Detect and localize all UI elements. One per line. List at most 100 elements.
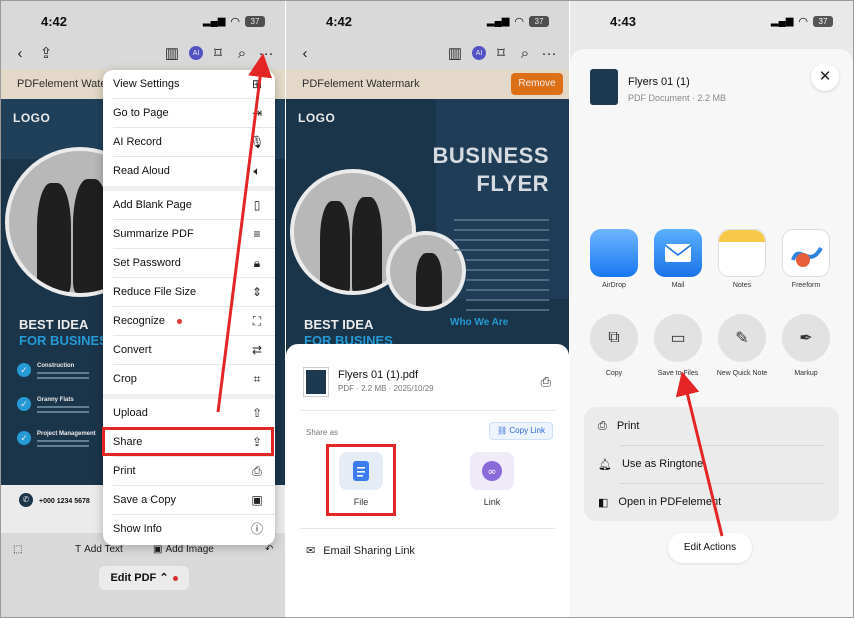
scan-text-icon: ⛶ bbox=[252, 314, 262, 328]
menu-item-add-blank-page[interactable]: Add Blank Page ▯ bbox=[103, 191, 275, 220]
search-icon[interactable]: ⌕ bbox=[516, 44, 534, 62]
status-bar: 4:42 ▂▄▆ ◠ 37 bbox=[1, 1, 285, 41]
paragraph-line bbox=[466, 279, 549, 281]
share-highlight-box bbox=[102, 427, 274, 456]
copy-icon[interactable]: ⧉ bbox=[590, 314, 638, 362]
menu-item-view-settings[interactable]: View Settings ⊞ bbox=[103, 70, 275, 99]
folder-icon[interactable]: ▭ bbox=[654, 314, 702, 362]
menu-item-label: Read Aloud bbox=[113, 165, 170, 177]
bullet-construction: ✓ Construction bbox=[17, 363, 89, 379]
phone-number: +000 1234 5678 bbox=[39, 498, 90, 505]
paragraph-line bbox=[454, 239, 549, 241]
bookmark-icon[interactable]: ⌑ bbox=[209, 44, 227, 62]
back-icon[interactable]: ‹ bbox=[11, 44, 29, 62]
ai-assistant-icon[interactable]: AI bbox=[470, 44, 488, 62]
edit-pdf-button[interactable]: Edit PDF ⌃ bbox=[99, 566, 189, 590]
paragraph-line bbox=[466, 309, 549, 311]
bullet-granny-flats: ✓ Granny Flats bbox=[17, 397, 89, 413]
quick-note-icon[interactable]: ✎ bbox=[718, 314, 766, 362]
ai-badge: AI bbox=[189, 46, 203, 60]
bookmark-list-icon[interactable]: ▥ bbox=[163, 44, 181, 62]
menu-item-convert[interactable]: Convert ⇄ bbox=[103, 336, 275, 365]
copy-link-button[interactable]: ⛓ Copy Link bbox=[489, 422, 553, 440]
select-icon[interactable]: ⬚ bbox=[13, 544, 22, 555]
share-link-option[interactable]: ∞ bbox=[470, 452, 514, 490]
link-icon: ∞ bbox=[482, 461, 502, 481]
headline-line1: BEST IDEA bbox=[19, 317, 89, 332]
share-as-label: Share as bbox=[306, 428, 339, 437]
menu-item-go-to-page[interactable]: Go to Page ⇥ bbox=[103, 99, 275, 128]
printer-icon[interactable]: ⎙ bbox=[541, 374, 551, 390]
wifi-icon: ◠ bbox=[230, 16, 240, 28]
person-figure bbox=[320, 201, 350, 291]
signal-icon: ▂▄▆ bbox=[770, 16, 794, 27]
add-image-button[interactable]: ▣ Add Image bbox=[153, 544, 214, 555]
file-name: Flyers 01 (1) bbox=[628, 76, 690, 88]
mail-label: Mail bbox=[671, 282, 685, 289]
text-tool-icon: T bbox=[75, 544, 82, 555]
open-in-pdfelement-row[interactable]: ◧ Open in PDFelement bbox=[598, 483, 825, 521]
back-icon[interactable]: ‹ bbox=[296, 44, 314, 62]
bullet-title: Project Management bbox=[37, 431, 96, 437]
undo-icon[interactable]: ↶ bbox=[265, 544, 273, 555]
menu-item-print[interactable]: Print ⎙ bbox=[103, 457, 275, 486]
menu-item-label: Go to Page bbox=[113, 107, 169, 119]
pdfelement-icon: ◧ bbox=[598, 496, 609, 509]
image-icon: ▣ bbox=[153, 544, 163, 555]
status-bar: 4:42 ▂▄▆ ◠ 37 bbox=[286, 1, 569, 41]
markup-icon[interactable]: ✒ bbox=[782, 314, 830, 362]
blank-page-icon: ▯ bbox=[253, 198, 261, 212]
menu-item-crop[interactable]: Crop ⌗ bbox=[103, 365, 275, 394]
share-upload-icon[interactable]: ⇪ bbox=[37, 44, 55, 62]
printer-icon: ⎙ bbox=[598, 419, 607, 432]
speaker-icon: 🔈︎ bbox=[253, 164, 261, 178]
freeform-label: Freeform bbox=[791, 282, 821, 289]
menu-item-ai-record[interactable]: AI Record 🎙︎ bbox=[103, 128, 275, 157]
file-name: Flyers 01 (1).pdf bbox=[338, 369, 419, 381]
more-icon[interactable]: ··· bbox=[257, 44, 275, 62]
print-label: Print bbox=[616, 420, 640, 432]
notes-label: Notes bbox=[732, 282, 752, 289]
menu-item-label: Print bbox=[113, 465, 136, 477]
menu-item-label: Summarize PDF bbox=[113, 228, 194, 240]
more-icon[interactable]: ··· bbox=[540, 44, 558, 62]
menu-item-summarize-pdf[interactable]: Summarize PDF ≡ bbox=[103, 220, 275, 249]
menu-item-save-a-copy[interactable]: Save a Copy ▣ bbox=[103, 486, 275, 515]
close-icon[interactable]: ✕ bbox=[811, 63, 839, 91]
flyer-title-line2: FLYER bbox=[476, 171, 549, 196]
bookmark-list-icon[interactable]: ▥ bbox=[446, 44, 464, 62]
edit-actions-button[interactable]: Edit Actions bbox=[668, 533, 752, 563]
freeform-icon[interactable] bbox=[782, 229, 830, 277]
print-row[interactable]: ⎙ Print bbox=[598, 407, 825, 445]
notification-dot bbox=[177, 319, 182, 324]
bullet-project-management: ✓ Project Management bbox=[17, 431, 96, 447]
share-sheet: Flyers 01 (1).pdf PDF · 2.2 MB · 2025/10… bbox=[286, 344, 569, 617]
email-sharing-link-row[interactable]: ✉ Email Sharing Link bbox=[306, 544, 415, 558]
menu-item-reduce-file-size[interactable]: Reduce File Size ⇕ bbox=[103, 278, 275, 307]
menu-item-recognize[interactable]: Recognize ⛶ bbox=[103, 307, 275, 336]
airdrop-label: AirDrop bbox=[602, 282, 626, 289]
mail-icon[interactable] bbox=[654, 229, 702, 277]
notes-icon[interactable] bbox=[718, 229, 766, 277]
ai-assistant-icon[interactable]: AI bbox=[187, 44, 205, 62]
status-time: 4:42 bbox=[41, 14, 68, 29]
paragraph-line bbox=[466, 269, 549, 271]
menu-item-read-aloud[interactable]: Read Aloud 🔈︎ bbox=[103, 157, 275, 186]
menu-item-upload[interactable]: Upload ⇧ bbox=[103, 399, 275, 428]
watermark-bar: PDFelement Watermark Remove bbox=[286, 69, 569, 99]
remove-watermark-button[interactable]: Remove bbox=[511, 73, 563, 95]
menu-item-show-info[interactable]: Show Info ⓘ bbox=[103, 515, 275, 544]
paragraph-line bbox=[454, 229, 549, 231]
panel-ios-share: 4:43 ▂▄▆ ◠ 37 Flyers 01 (1) PDF Document… bbox=[570, 1, 853, 617]
bookmark-icon[interactable]: ⌑ bbox=[492, 44, 510, 62]
menu-item-label: Recognize bbox=[113, 315, 165, 327]
airdrop-icon[interactable] bbox=[590, 229, 638, 277]
add-text-label: Add Text bbox=[84, 544, 123, 555]
divider bbox=[300, 528, 555, 529]
add-text-button[interactable]: T Add Text bbox=[75, 544, 123, 555]
email-sharing-link-label: Email Sharing Link bbox=[323, 544, 415, 557]
search-icon[interactable]: ⌕ bbox=[233, 44, 251, 62]
microphone-icon: 🎙︎ bbox=[249, 135, 265, 149]
menu-item-set-password[interactable]: Set Password 🔒︎ bbox=[103, 249, 275, 278]
ringtone-row[interactable]: 🔔︎ Use as Ringtone bbox=[598, 445, 825, 483]
